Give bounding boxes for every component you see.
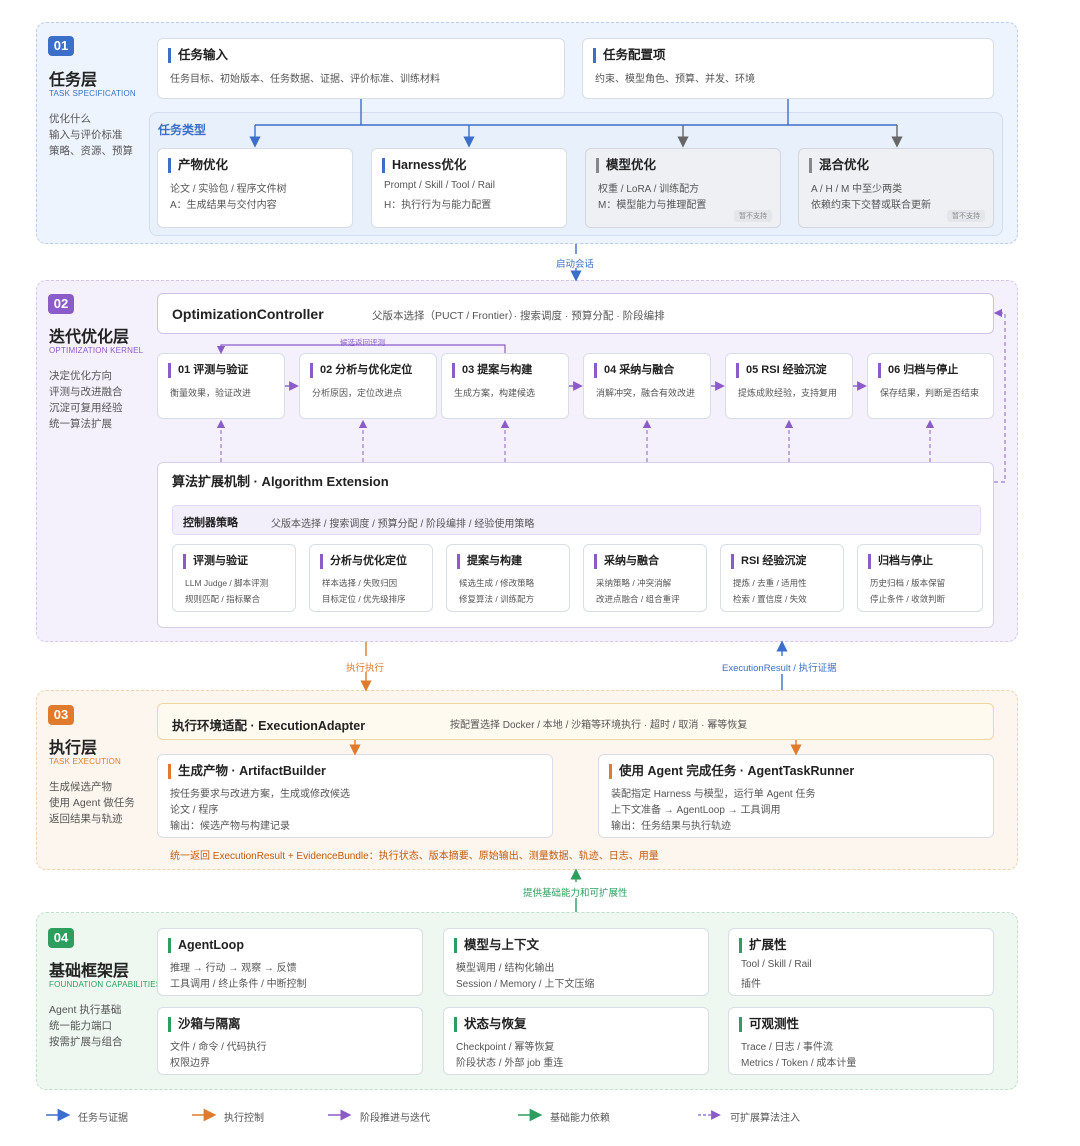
task-flow-arrows xyxy=(249,99,903,148)
legend-task-evidence: 任务与证据 xyxy=(78,1113,128,1124)
connector-arrows xyxy=(46,99,1006,1122)
legend-foundation: 基础能力依赖 xyxy=(550,1113,610,1124)
legend-extension: 可扩展算法注入 xyxy=(730,1113,800,1124)
feedback-loop-arrow xyxy=(216,344,506,355)
legend-stage-iteration: 阶段推进与迭代 xyxy=(360,1113,430,1124)
extension-injection-arrows xyxy=(216,308,1006,483)
legend-exec-control: 执行控制 xyxy=(224,1113,264,1124)
